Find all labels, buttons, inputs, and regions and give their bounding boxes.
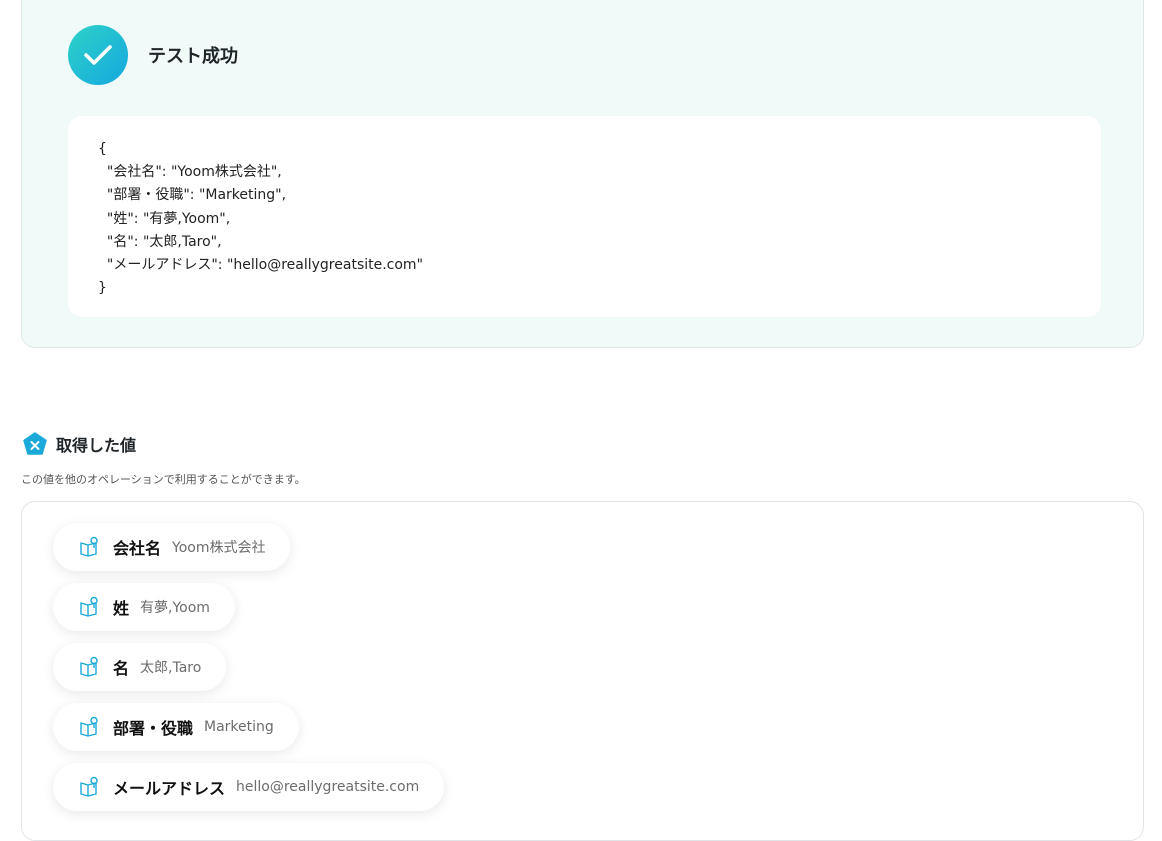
- value-key: 名: [113, 659, 130, 678]
- value-chip-department[interactable]: 部署・役職 Marketing: [53, 703, 299, 751]
- json-line: "部署・役職": "Marketing",: [98, 187, 287, 204]
- value-key: 会社名: [113, 539, 162, 558]
- acquired-values-header: 取得した値: [22, 431, 136, 457]
- book-icon: [80, 716, 98, 737]
- value-chip-first-name[interactable]: 名 太郎,Taro: [53, 643, 227, 691]
- value-chip-email[interactable]: メールアドレス hello@reallygreatsite.com: [53, 763, 445, 811]
- acquired-values-panel: 会社名 Yoom株式会社 姓 有夢,Yoom 名 太郎,Taro 部署・役職 M…: [21, 501, 1144, 841]
- acquired-values-description: この値を他のオペレーションで利用することができます。: [21, 473, 306, 486]
- json-line: }: [98, 280, 107, 297]
- json-output: { "会社名": "Yoom株式会社", "部署・役職": "Marketing…: [68, 116, 1101, 317]
- json-line: "メールアドレス": "hello@reallygreatsite.com": [98, 257, 424, 274]
- value-text: 太郎,Taro: [140, 660, 202, 676]
- test-success-title: テスト成功: [148, 46, 238, 67]
- value-key: メールアドレス: [113, 779, 226, 798]
- book-icon: [80, 536, 98, 557]
- test-success-panel: テスト成功 { "会社名": "Yoom株式会社", "部署・役職": "Mar…: [21, 0, 1144, 348]
- acquired-values-title: 取得した値: [56, 436, 137, 455]
- variable-pentagon-icon: [23, 432, 47, 455]
- value-text: Yoom株式会社: [172, 540, 266, 556]
- book-icon: [80, 596, 98, 617]
- book-icon: [80, 776, 98, 797]
- value-key: 部署・役職: [113, 719, 194, 738]
- value-key: 姓: [113, 599, 130, 618]
- value-chip-last-name[interactable]: 姓 有夢,Yoom: [53, 583, 235, 631]
- book-icon: [80, 656, 98, 677]
- json-line: "会社名": "Yoom株式会社",: [98, 164, 282, 181]
- check-circle-icon: [68, 25, 128, 85]
- json-line: {: [98, 141, 107, 157]
- value-text: 有夢,Yoom: [140, 600, 210, 616]
- json-line: "名": "太郎,Taro",: [98, 233, 222, 250]
- value-chip-company[interactable]: 会社名 Yoom株式会社: [53, 523, 291, 571]
- json-line: "姓": "有夢,Yoom",: [98, 210, 231, 227]
- value-text: hello@reallygreatsite.com: [236, 779, 420, 795]
- value-text: Marketing: [204, 719, 274, 735]
